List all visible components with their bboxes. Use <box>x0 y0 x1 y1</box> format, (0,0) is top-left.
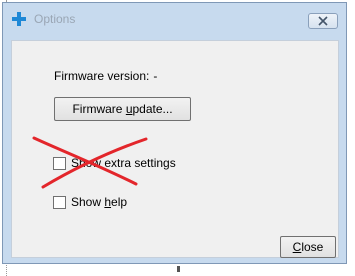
firmware-update-label: Firmware update... <box>72 102 173 116</box>
close-button[interactable]: Close <box>280 236 336 258</box>
show-extra-settings-label: Show extra settings <box>71 156 176 170</box>
title-close-button[interactable] <box>308 13 338 29</box>
firmware-version-label: Firmware version: <box>54 69 150 83</box>
firmware-version-value: - <box>153 69 158 83</box>
close-icon <box>318 16 328 26</box>
title-bar[interactable]: Options <box>3 3 346 39</box>
show-help-checkbox[interactable] <box>53 195 66 209</box>
close-button-label: Close <box>292 240 324 254</box>
firmware-update-button[interactable]: Firmware update... <box>54 97 191 121</box>
app-icon <box>12 12 26 26</box>
show-extra-settings-option[interactable]: Show extra settings <box>53 155 176 171</box>
firmware-version-row: Firmware version: - <box>54 69 157 83</box>
show-help-label: Show help <box>71 195 128 209</box>
show-help-option[interactable]: Show help <box>53 194 127 210</box>
cursor-mark <box>177 266 180 272</box>
window-title: Options <box>34 12 76 26</box>
dialog-content: Firmware version: - Firmware update... Sh… <box>11 40 339 258</box>
options-dialog: Options Firmware version: - Firmware upda… <box>2 2 347 264</box>
show-extra-settings-checkbox[interactable] <box>53 156 66 170</box>
